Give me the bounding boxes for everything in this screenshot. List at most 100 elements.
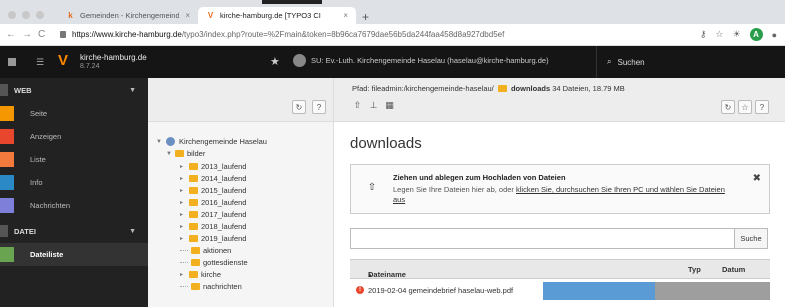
folder-icon [191,247,200,254]
column-date[interactable]: Datum [722,265,745,274]
folder-label: 2019_laufend [201,234,247,243]
tree-item-folder[interactable]: ▸ 2013_laufend [180,162,246,171]
help-button[interactable]: ? [755,100,769,114]
info-module-icon [0,175,14,190]
dropzone-title: Ziehen und ablegen zum Hochladen von Dat… [393,173,566,182]
reload-icon[interactable]: C [38,29,45,40]
collapse-triangle-icon[interactable]: ▼ [166,151,172,157]
folder-icon [189,223,198,230]
folder-icon [189,163,198,170]
module-dateiliste[interactable]: Dateiliste [0,243,148,266]
folder-label: nachrichten [203,282,242,291]
folder-label: 2013_laufend [201,162,247,171]
user-avatar [293,54,306,67]
list-toggle-icon[interactable]: ☰ [36,57,44,68]
module-seite[interactable]: Seite [0,102,148,125]
tree-line [180,262,188,263]
search-icon: ⌕ [607,57,612,66]
module-group-web[interactable]: WEB ▼ [0,78,148,102]
expand-triangle-icon[interactable]: ▸ [180,187,186,194]
tree-line [180,250,188,251]
page-title: downloads [350,135,422,152]
tab-typo3[interactable]: V kirche-hamburg.de [TYPO3 CI × [198,7,356,24]
typo3-topbar: ☰ V kirche-hamburg.de 8.7.24 ★ SU: Ev.-L… [0,46,785,78]
tree-item-folder[interactable]: gottesdienste [180,258,248,267]
tab-close-icon[interactable]: × [185,11,190,20]
folder-label: 2017_laufend [201,210,247,219]
table-row[interactable]: ! 2019-02-04 gemeindebrief haselau-web.p… [350,281,770,301]
tab-gemeinden[interactable]: k Gemeinden - Kirchengemeinde × [58,7,198,24]
module-info[interactable]: Info [0,171,148,194]
expand-triangle-icon[interactable]: ▸ [180,175,186,182]
tree-item-folder[interactable]: ▸ 2019_laufend [180,234,246,243]
module-anzeigen[interactable]: Anzeigen [0,125,148,148]
tree-refresh-button[interactable]: ↻ [292,100,306,114]
typo3-logo-icon[interactable]: V [58,53,72,69]
news-module-icon [0,198,14,213]
column-type[interactable]: Typ [688,265,701,274]
module-menu-toggle-icon[interactable] [8,58,16,66]
key-icon[interactable]: ⚷ [700,29,707,40]
menu-icon[interactable]: ● [772,30,777,40]
row-actions[interactable] [655,282,770,300]
back-icon[interactable]: ← [6,29,16,40]
forward-icon[interactable]: → [22,29,32,40]
url-field[interactable]: https://www.kirche-hamburg.de/typo3/inde… [72,30,504,39]
refresh-button[interactable]: ↻ [721,100,735,114]
tree-item-folder[interactable]: ▸ 2014_laufend [180,174,246,183]
tree-item-folder[interactable]: nachrichten [180,282,242,291]
user-menu[interactable]: SU: Ev.-Luth. Kirchengemeinde Haselau (h… [293,54,549,67]
folder-icon [189,235,198,242]
kirche-favicon-icon: k [68,11,73,20]
folder-tree-panel: ↻ ? ▼ Kirchengemeinde Haselau ▼ bilder ▸… [148,78,334,307]
expand-triangle-icon[interactable]: ▸ [180,223,186,230]
module-menu: WEB ▼ Seite Anzeigen Liste Info Nachrich… [0,78,148,307]
module-liste[interactable]: Liste [0,148,148,171]
bookmark-star-icon[interactable]: ☆ [715,29,723,40]
new-file-icon[interactable]: ⊥ [368,100,379,111]
folder-label: 2015_laufend [201,186,247,195]
folder-icon [189,187,198,194]
tree-item-folder[interactable]: ▸ 2016_laufend [180,198,246,207]
expand-triangle-icon[interactable]: ▸ [180,235,186,242]
new-folder-icon[interactable]: ▦ [384,100,395,111]
tree-item-bilder[interactable]: ▼ bilder [166,149,205,158]
search-label: Suchen [617,57,645,67]
folder-icon [189,271,198,278]
file-name[interactable]: 2019-02-04 gemeindebrief haselau-web.pdf [368,286,513,295]
tree-item-folder[interactable]: ▸ 2018_laufend [180,222,246,231]
tab-close-icon[interactable]: × [343,11,348,20]
new-tab-button[interactable]: + [362,10,369,24]
caret-down-icon: ▼ [129,227,136,235]
expand-triangle-icon[interactable]: ▸ [180,211,186,218]
close-icon[interactable]: ✖ [753,173,761,184]
bookmarks-star-icon[interactable]: ★ [270,55,280,68]
file-search-input[interactable] [350,228,735,249]
window-controls[interactable] [8,11,44,19]
tree-root[interactable]: ▼ Kirchengemeinde Haselau [156,137,267,146]
row-highlight [543,282,655,300]
tree-help-button[interactable]: ? [312,100,326,114]
bookmark-button[interactable]: ☆ [738,100,752,114]
profile-avatar[interactable]: A [749,28,763,41]
upload-icon[interactable]: ⇧ [352,100,363,111]
tree-item-folder[interactable]: ▸ 2015_laufend [180,186,246,195]
folder-label: 2016_laufend [201,198,247,207]
tree-item-folder[interactable]: ▸ kirche [180,270,221,279]
expand-triangle-icon[interactable]: ▸ [180,271,186,278]
extension-icon[interactable]: ☀ [732,29,740,40]
expand-triangle-icon[interactable]: ▸ [180,199,186,206]
search-button[interactable]: Suche [734,228,768,249]
folder-info: 34 Dateien, 18.79 MB [552,84,625,93]
tree-item-folder[interactable]: aktionen [180,246,231,255]
collapse-triangle-icon[interactable]: ▼ [156,139,162,145]
topbar-search[interactable]: ⌕ Suchen [596,46,785,78]
upload-dropzone[interactable]: ⇧ Ziehen und ablegen zum Hochladen von D… [350,164,770,214]
breadcrumb-path[interactable]: fileadmin:/kirchengemeinde-haselau/ [372,84,494,93]
tree-item-folder[interactable]: ▸ 2017_laufend [180,210,246,219]
folder-label: aktionen [203,246,232,255]
user-name: SU: Ev.-Luth. Kirchengemeinde Haselau (h… [311,56,549,65]
module-group-datei[interactable]: DATEI ▼ [0,219,148,243]
module-nachrichten[interactable]: Nachrichten [0,194,148,217]
expand-triangle-icon[interactable]: ▸ [180,163,186,170]
